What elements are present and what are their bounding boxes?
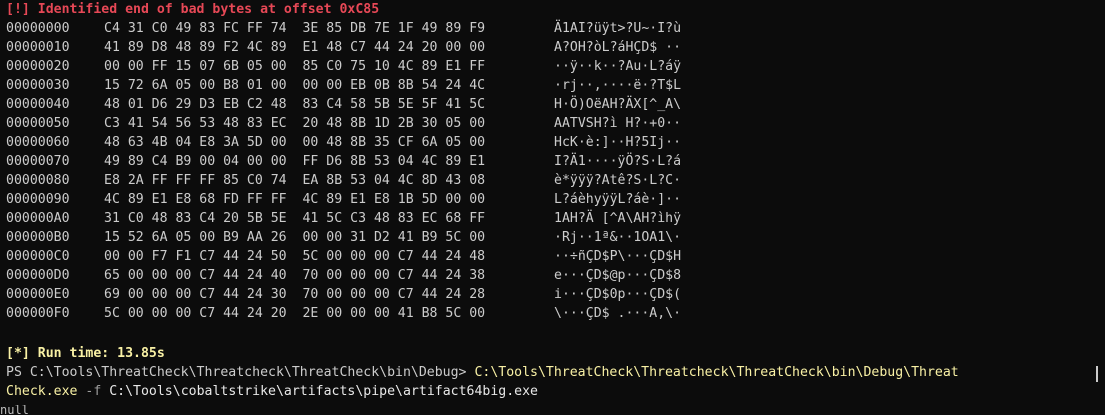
terminal-window[interactable]: [!] Identified end of bad bytes at offse… [0,0,1105,415]
ascii-text: HcK·è:]··H?5Ij·· [554,135,682,150]
ascii-text: e···ÇD$@p···ÇD$8 [554,268,682,283]
hex-bytes: 48 01 D6 29 D3 EB C2 48 83 C4 58 5B 5E 5… [104,97,486,112]
ps-prompt: PS C:\Tools\ThreatCheck\Threatcheck\Thre… [6,365,475,380]
ascii-text: I?Ä1····ÿÖ?S·L?á [554,154,682,169]
ascii-text: A?OH?òL?áHÇD$ ·· [554,40,682,55]
hex-offset: 00000010 [6,40,70,55]
hex-bytes: C4 31 C0 49 83 FC FF 74 3E 85 DB 7E 1F 4… [104,21,486,36]
hex-dump-row: 00000080 E8 2A FF FF FF 85 C0 74 EA 8B 53… [6,171,681,190]
ascii-text: H·Ö)OëAH?ÄX[^_A\ [554,97,682,112]
hex-offset: 000000D0 [6,268,70,283]
run-time-line: [*] Run time: 13.85s [6,346,165,361]
hex-offset: 00000000 [6,21,70,36]
hex-bytes: 31 C0 48 83 C4 20 5B 5E 41 5C C3 48 83 E… [104,211,486,226]
hex-dump-row: 00000090 4C 89 E1 E8 68 FD FF FF 4C 89 E1… [6,190,681,209]
hex-dump-row: 00000020 00 00 FF 15 07 6B 05 00 85 C0 75… [6,57,681,76]
command-flag: -f [77,384,110,399]
hex-dump-row: 000000C0 00 00 F7 F1 C7 44 24 50 5C 00 00… [6,247,681,266]
ascii-text: 1AH?Ä [^A\AH?ìhÿ [554,211,682,226]
hex-bytes: 15 72 6A 05 00 B8 01 00 00 00 EB 0B 8B 5… [104,78,486,93]
hex-dump-row: 00000040 48 01 D6 29 D3 EB C2 48 83 C4 58… [6,95,681,114]
hex-bytes: E8 2A FF FF FF 85 C0 74 EA 8B 53 04 4C 8… [104,173,486,188]
hex-offset: 00000080 [6,173,70,188]
hex-dump-row: 000000F0 5C 00 00 00 C7 44 24 20 2E 00 00… [6,304,681,323]
hex-dump-row: 000000D0 65 00 00 00 C7 44 24 40 70 00 00… [6,266,681,285]
command-path-part1: C:\Tools\ThreatCheck\Threatcheck\ThreatC… [474,365,959,380]
command-argument: C:\Tools\cobaltstrike\artifacts\pipe\art… [109,384,538,399]
ascii-text: ·rj··,····ë·?T$L [554,78,682,93]
hex-bytes: 49 89 C4 B9 00 04 00 00 FF D6 8B 53 04 4… [104,154,486,169]
hex-bytes: 41 89 D8 48 89 F2 4C 89 E1 48 C7 44 24 2… [104,40,486,55]
hex-bytes: C3 41 54 56 53 48 83 EC 20 48 8B 1D 2B 3… [104,116,486,131]
command-path-part2: Check.exe [6,384,78,399]
hex-offset: 00000030 [6,78,70,93]
hex-dump-row: 00000050 C3 41 54 56 53 48 83 EC 20 48 8B… [6,114,681,133]
prompt-line-2[interactable]: Check.exe -f C:\Tools\cobaltstrike\artif… [6,382,538,401]
hex-dump-row: 000000A0 31 C0 48 83 C4 20 5B 5E 41 5C C3… [6,209,681,228]
hex-dump-row: 000000B0 15 52 6A 05 00 B9 AA 26 00 00 31… [6,228,681,247]
ascii-text: ··÷ñÇD$P\···ÇD$H [554,249,682,264]
ascii-text: ·Rj··1ª&··1OA1\· [554,230,682,245]
hex-offset: 00000090 [6,192,70,207]
hex-offset: 000000A0 [6,211,70,226]
hex-dump-row: 00000000 C4 31 C0 49 83 FC FF 74 3E 85 DB… [6,19,681,38]
hex-bytes: 15 52 6A 05 00 B9 AA 26 00 00 31 D2 41 B… [104,230,486,245]
hex-offset: 00000020 [6,59,70,74]
hex-bytes: 5C 00 00 00 C7 44 24 20 2E 00 00 00 41 B… [104,306,486,321]
hex-bytes: 00 00 FF 15 07 6B 05 00 85 C0 75 10 4C 8… [104,59,486,74]
hex-offset: 00000060 [6,135,70,150]
text-cursor [1096,366,1098,382]
prompt-line-1[interactable]: PS C:\Tools\ThreatCheck\Threatcheck\Thre… [6,363,959,382]
hex-bytes: 4C 89 E1 E8 68 FD FF FF 4C 89 E1 E8 1B 5… [104,192,486,207]
hex-offset: 000000E0 [6,287,70,302]
hex-offset: 000000F0 [6,306,70,321]
hex-dump-row: 00000010 41 89 D8 48 89 F2 4C 89 E1 48 C7… [6,38,681,57]
ascii-text: è*ÿÿÿ?Atê?S·L?C· [554,173,682,188]
hex-offset: 000000B0 [6,230,70,245]
ascii-text: AATVSH?ì H?·+0·· [554,116,682,131]
hex-dump-row: 00000070 49 89 C4 B9 00 04 00 00 FF D6 8B… [6,152,681,171]
hex-offset: 00000070 [6,154,70,169]
hex-bytes: 00 00 F7 F1 C7 44 24 50 5C 00 00 00 C7 4… [104,249,486,264]
ascii-text: L?áèhyÿÿL?áè·]·· [554,192,682,207]
ascii-text: Ä1AI?üÿt>?U~·I?ù [554,21,682,36]
cutoff-next-line: null [0,405,29,415]
hex-dump-row: 000000E0 69 00 00 00 C7 44 24 30 70 00 00… [6,285,681,304]
hex-dump-row: 00000060 48 63 4B 04 E8 3A 5D 00 00 48 8B… [6,133,681,152]
bad-bytes-error-line: [!] Identified end of bad bytes at offse… [6,2,380,17]
hex-bytes: 69 00 00 00 C7 44 24 30 70 00 00 00 C7 4… [104,287,486,302]
ascii-text: \···ÇD$ .···A,\· [554,306,682,321]
ascii-text: i···ÇD$0p···ÇD$( [554,287,682,302]
hex-bytes: 48 63 4B 04 E8 3A 5D 00 00 48 8B 35 CF 6… [104,135,486,150]
hex-dump-row: 00000030 15 72 6A 05 00 B8 01 00 00 00 EB… [6,76,681,95]
hex-bytes: 65 00 00 00 C7 44 24 40 70 00 00 00 C7 4… [104,268,486,283]
hex-offset: 00000040 [6,97,70,112]
hex-offset: 000000C0 [6,249,70,264]
ascii-text: ··ÿ··k··?Au·L?áÿ [554,59,682,74]
hex-offset: 00000050 [6,116,70,131]
